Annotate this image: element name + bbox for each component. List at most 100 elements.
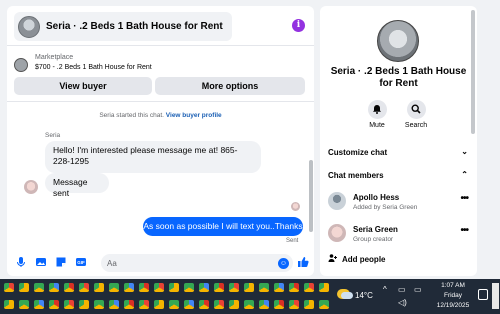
taskbar-app-icon[interactable] [109, 283, 119, 292]
mute-label: Mute [369, 122, 385, 129]
taskbar-app-icon[interactable] [214, 283, 224, 292]
taskbar-app-icon[interactable] [289, 283, 299, 292]
member-role: Group creator [353, 236, 394, 243]
taskbar-app-icon[interactable] [319, 283, 329, 292]
taskbar-app-icon[interactable] [79, 300, 89, 309]
chat-started-notice: Seria started this chat. View buyer prof… [7, 112, 314, 119]
customize-chat-row[interactable]: Customize chat ⌄ [328, 147, 470, 157]
incoming-message: Message sent [45, 173, 109, 198]
taskbar-app-icon[interactable] [319, 300, 329, 309]
member-name: Apollo Hess [353, 193, 400, 202]
chevron-down-icon: ⌄ [461, 147, 468, 156]
search-label: Search [404, 122, 428, 129]
microphone-icon[interactable] [15, 256, 27, 268]
like-icon[interactable] [297, 256, 309, 268]
chat-details-panel: Seria · .2 Beds 1 Bath House for Rent Mu… [320, 6, 477, 276]
chevron-up-icon: ⌃ [461, 170, 468, 179]
taskbar-app-icon[interactable] [19, 283, 29, 292]
notification-icon[interactable] [478, 289, 488, 300]
taskbar-app-icon[interactable] [19, 300, 29, 309]
info-icon[interactable]: i [292, 19, 305, 32]
taskbar-app-icon[interactable] [49, 300, 59, 309]
chat-title-button[interactable]: Seria · .2 Beds 1 Bath House for Rent [14, 12, 232, 41]
chat-members-row[interactable]: Chat members ⌃ [328, 170, 470, 180]
chat-header: Seria · .2 Beds 1 Bath House for Rent i [7, 6, 314, 46]
message-input[interactable] [101, 254, 293, 272]
clock-day: Friday [443, 292, 463, 299]
sticker-icon[interactable] [55, 256, 67, 268]
emoji-icon[interactable]: ☺ [278, 258, 289, 269]
taskbar-app-icon[interactable] [304, 283, 314, 292]
taskbar-app-icon[interactable] [274, 300, 284, 309]
chat-avatar [18, 15, 40, 38]
mute-button[interactable]: Mute [359, 100, 395, 129]
view-buyer-profile-link[interactable]: View buyer profile [166, 112, 222, 119]
taskbar-app-icon[interactable] [184, 283, 194, 292]
group-avatar[interactable] [377, 20, 419, 62]
taskbar-app-icon[interactable] [154, 283, 164, 292]
taskbar-app-icon[interactable] [124, 283, 134, 292]
clock-date: 12/19/2025 [436, 302, 470, 309]
svg-text:GIF: GIF [77, 260, 85, 265]
taskbar-app-icon[interactable] [154, 300, 164, 309]
chat-scrollbar-thumb[interactable] [309, 160, 313, 232]
taskbar-app-icon[interactable] [79, 283, 89, 292]
taskbar-app-icon[interactable] [109, 300, 119, 309]
taskbar-app-icon[interactable] [64, 283, 74, 292]
taskbar-app-icon[interactable] [199, 283, 209, 292]
member-role: Added by Seria Green [353, 204, 418, 211]
member-item[interactable]: Seria Green Group creator ••• [328, 222, 470, 246]
taskbar-app-icon[interactable] [139, 300, 149, 309]
show-desktop-button[interactable] [492, 283, 499, 309]
gif-icon[interactable]: GIF [75, 256, 87, 268]
taskbar-app-icon[interactable] [4, 300, 14, 309]
taskbar-app-icon[interactable] [274, 283, 284, 292]
search-icon [406, 100, 426, 119]
taskbar-app-icon[interactable] [49, 283, 59, 292]
taskbar-app-icon[interactable] [169, 283, 179, 292]
taskbar-app-icon[interactable] [34, 300, 44, 309]
more-options-button[interactable]: More options [155, 77, 305, 95]
taskbar-app-icon[interactable] [139, 283, 149, 292]
more-options-icon[interactable]: ••• [460, 225, 468, 236]
taskbar-app-icon[interactable] [169, 300, 179, 309]
message-status: Sent [286, 238, 299, 244]
taskbar-app-icon[interactable] [229, 300, 239, 309]
battery-icon[interactable]: ▭ [414, 285, 422, 294]
more-options-icon[interactable]: ••• [460, 193, 468, 204]
add-people-button[interactable]: Add people [328, 254, 386, 264]
taskbar-app-icon[interactable] [259, 300, 269, 309]
weather-icon[interactable] [337, 289, 353, 299]
taskbar-app-icon[interactable] [4, 283, 14, 292]
photo-icon[interactable] [35, 256, 47, 268]
taskbar-app-icon[interactable] [94, 300, 104, 309]
taskbar-app-icon[interactable] [34, 283, 44, 292]
listing-price-title[interactable]: $700 - .2 Beds 1 Bath House for Rent [35, 64, 152, 71]
taskbar-app-icon[interactable] [259, 283, 269, 292]
taskbar-app-icon[interactable] [304, 300, 314, 309]
taskbar-app-icon[interactable] [184, 300, 194, 309]
chat-scrollbar[interactable] [308, 102, 314, 250]
member-item[interactable]: Apollo Hess Added by Seria Green ••• [328, 190, 470, 214]
temperature[interactable]: 14°C [355, 291, 373, 300]
taskbar-app-icon[interactable] [289, 300, 299, 309]
taskbar-app-icon[interactable] [244, 300, 254, 309]
sender-avatar[interactable] [24, 180, 38, 194]
taskbar-app-icon[interactable] [94, 283, 104, 292]
taskbar-app-icon[interactable] [229, 283, 239, 292]
chat-title: Seria · .2 Beds 1 Bath House for Rent [46, 21, 223, 32]
details-scrollbar[interactable] [471, 10, 475, 272]
details-scrollbar-thumb[interactable] [471, 10, 475, 134]
taskbar-app-icon[interactable] [124, 300, 134, 309]
taskbar-app-icon[interactable] [199, 300, 209, 309]
listing-thumbnail[interactable] [14, 58, 28, 72]
search-button[interactable]: Search [398, 100, 434, 129]
speaker-icon[interactable]: ◁) [398, 298, 407, 307]
network-icon[interactable]: ▭ [398, 285, 406, 294]
chevron-up-icon[interactable]: ^ [383, 285, 387, 294]
taskbar-app-icon[interactable] [64, 300, 74, 309]
system-clock[interactable]: 1:07 AM Friday 12/19/2025 [432, 281, 474, 311]
view-buyer-button[interactable]: View buyer [14, 77, 152, 95]
taskbar-app-icon[interactable] [214, 300, 224, 309]
taskbar-app-icon[interactable] [244, 283, 254, 292]
